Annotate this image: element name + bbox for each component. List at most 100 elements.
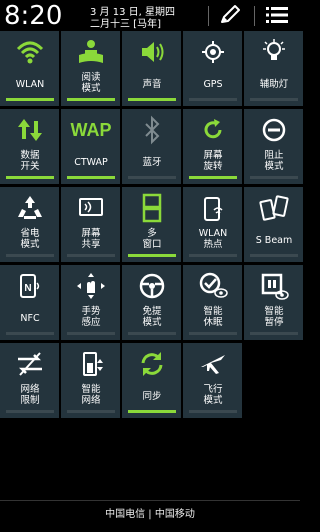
- toggle-tile[interactable]: 阻止 模式: [244, 109, 304, 185]
- gps-icon: [183, 37, 243, 67]
- toggle-state-bar: [250, 98, 298, 101]
- toggle-tile[interactable]: 辅助灯: [244, 31, 304, 107]
- bluetooth-icon: [122, 115, 182, 145]
- flashlight-icon: [244, 37, 304, 67]
- toggle-state-bar: [128, 332, 176, 335]
- toggle-state-bar: [67, 410, 115, 413]
- svg-text:N: N: [24, 283, 31, 294]
- toggle-label: 智能 网络: [81, 384, 101, 406]
- toggle-state-bar: [6, 176, 54, 179]
- toggle-label: GPS: [203, 79, 223, 90]
- toggle-state-bar: [128, 410, 176, 413]
- rotate-icon: [183, 115, 243, 145]
- toggle-label: 网络 限制: [20, 384, 40, 406]
- nfc-icon: N: [0, 271, 60, 301]
- carrier-label: 中国电信 | 中国移动: [105, 509, 195, 520]
- smart-stay-icon: [183, 271, 243, 301]
- toggle-state-bar: [189, 332, 237, 335]
- driving-mode-icon: [122, 271, 182, 301]
- toggle-state-bar: [67, 332, 115, 335]
- toggle-tile[interactable]: 同步: [122, 343, 182, 419]
- toggle-tile[interactable]: 智能 休眠: [183, 265, 243, 341]
- list-menu-icon: [266, 7, 288, 23]
- toggle-tile[interactable]: 飞行 模式: [183, 343, 243, 419]
- toggle-label: WLAN 热点: [198, 228, 228, 250]
- toggle-label: 飞行 模式: [203, 384, 223, 406]
- status-header: 8:20 3 月 13 日, 星期四 二月十三 [马年]: [0, 0, 300, 31]
- wifi-icon: [0, 37, 60, 67]
- s-beam-icon: [244, 193, 304, 223]
- header-divider: [208, 6, 209, 26]
- mobile-data-icon: [0, 115, 60, 145]
- toggle-tile[interactable]: WAP CTWAP: [61, 109, 121, 185]
- toggle-state-bar: [189, 98, 237, 101]
- toggle-label: 辅助灯: [259, 79, 289, 90]
- toggle-label: 多 窗口: [142, 228, 162, 250]
- toggle-tile[interactable]: 阅读 模式: [61, 31, 121, 107]
- toggle-state-bar: [67, 176, 115, 179]
- toggle-label: 阅读 模式: [81, 72, 101, 94]
- toggle-state-bar: [189, 176, 237, 179]
- toggle-tile[interactable]: GPS: [183, 31, 243, 107]
- toggle-label: 同步: [142, 391, 162, 402]
- multi-window-icon: [122, 193, 182, 223]
- toggle-tile[interactable]: S Beam: [244, 187, 304, 263]
- edit-button[interactable]: [216, 2, 246, 28]
- quick-settings-grid: WLAN 阅读 模式 声音 GPS 辅助灯数据 开关 WAP CTWAP 蓝牙 屏幕 旋转 阻止 …: [0, 31, 304, 421]
- toggle-label: 智能 暂停: [264, 306, 284, 328]
- toggle-tile[interactable]: 手势 感应: [61, 265, 121, 341]
- toggle-label: WLAN: [15, 79, 45, 90]
- hotspot-icon: [183, 193, 243, 223]
- power-saving-icon: [0, 193, 60, 223]
- toggle-state-bar: [6, 254, 54, 257]
- toggle-label: 智能 休眠: [203, 306, 223, 328]
- toggle-label: 屏幕 旋转: [203, 150, 223, 172]
- toggle-label: 屏幕 共享: [81, 228, 101, 250]
- toggle-state-bar: [67, 254, 115, 257]
- toggle-tile[interactable]: 省电 模式: [0, 187, 60, 263]
- toggle-label: 声音: [142, 79, 162, 90]
- toggle-state-bar: [67, 98, 115, 101]
- toggle-tile[interactable]: 数据 开关: [0, 109, 60, 185]
- airplane-icon: [183, 349, 243, 379]
- speaker-icon: [122, 37, 182, 67]
- toggle-tile[interactable]: 蓝牙: [122, 109, 182, 185]
- toggle-tile[interactable]: 智能 暂停: [244, 265, 304, 341]
- toggle-tile[interactable]: 声音: [122, 31, 182, 107]
- toggle-tile[interactable]: 网络 限制: [0, 343, 60, 419]
- toggle-state-bar: [128, 254, 176, 257]
- smart-pause-icon: [244, 271, 304, 301]
- toggle-tile[interactable]: 多 窗口: [122, 187, 182, 263]
- toggle-state-bar: [250, 332, 298, 335]
- toggle-tile[interactable]: 智能 网络: [61, 343, 121, 419]
- network-limit-icon: [0, 349, 60, 379]
- toggle-tile[interactable]: WLAN: [0, 31, 60, 107]
- svg-text:WAP: WAP: [70, 120, 111, 140]
- toggle-label: 免提 模式: [142, 306, 162, 328]
- toggle-label: 蓝牙: [142, 157, 162, 168]
- toggle-state-bar: [6, 98, 54, 101]
- toggle-state-bar: [250, 176, 298, 179]
- toggle-label: S Beam: [255, 235, 293, 246]
- reading-mode-icon: [61, 37, 121, 67]
- lunar-date-text: 二月十三 [马年]: [90, 19, 161, 30]
- toggle-label: 数据 开关: [20, 150, 40, 172]
- header-divider: [254, 6, 255, 26]
- toggle-state-bar: [6, 410, 54, 413]
- menu-button[interactable]: [262, 3, 292, 27]
- sync-icon: [122, 349, 182, 379]
- toggle-tile[interactable]: 屏幕 共享: [61, 187, 121, 263]
- toggle-tile[interactable]: 免提 模式: [122, 265, 182, 341]
- toggle-tile[interactable]: N NFC: [0, 265, 60, 341]
- toggle-state-bar: [189, 410, 237, 413]
- toggle-tile[interactable]: WLAN 热点: [183, 187, 243, 263]
- toggle-label: CTWAP: [74, 157, 108, 168]
- toggle-state-bar: [250, 254, 298, 257]
- toggle-label: 阻止 模式: [264, 150, 284, 172]
- toggle-state-bar: [128, 98, 176, 101]
- toggle-tile[interactable]: 屏幕 旋转: [183, 109, 243, 185]
- toggle-state-bar: [6, 332, 54, 335]
- smart-network-icon: [61, 349, 121, 379]
- block-icon: [244, 115, 304, 145]
- toggle-label: 手势 感应: [81, 306, 101, 328]
